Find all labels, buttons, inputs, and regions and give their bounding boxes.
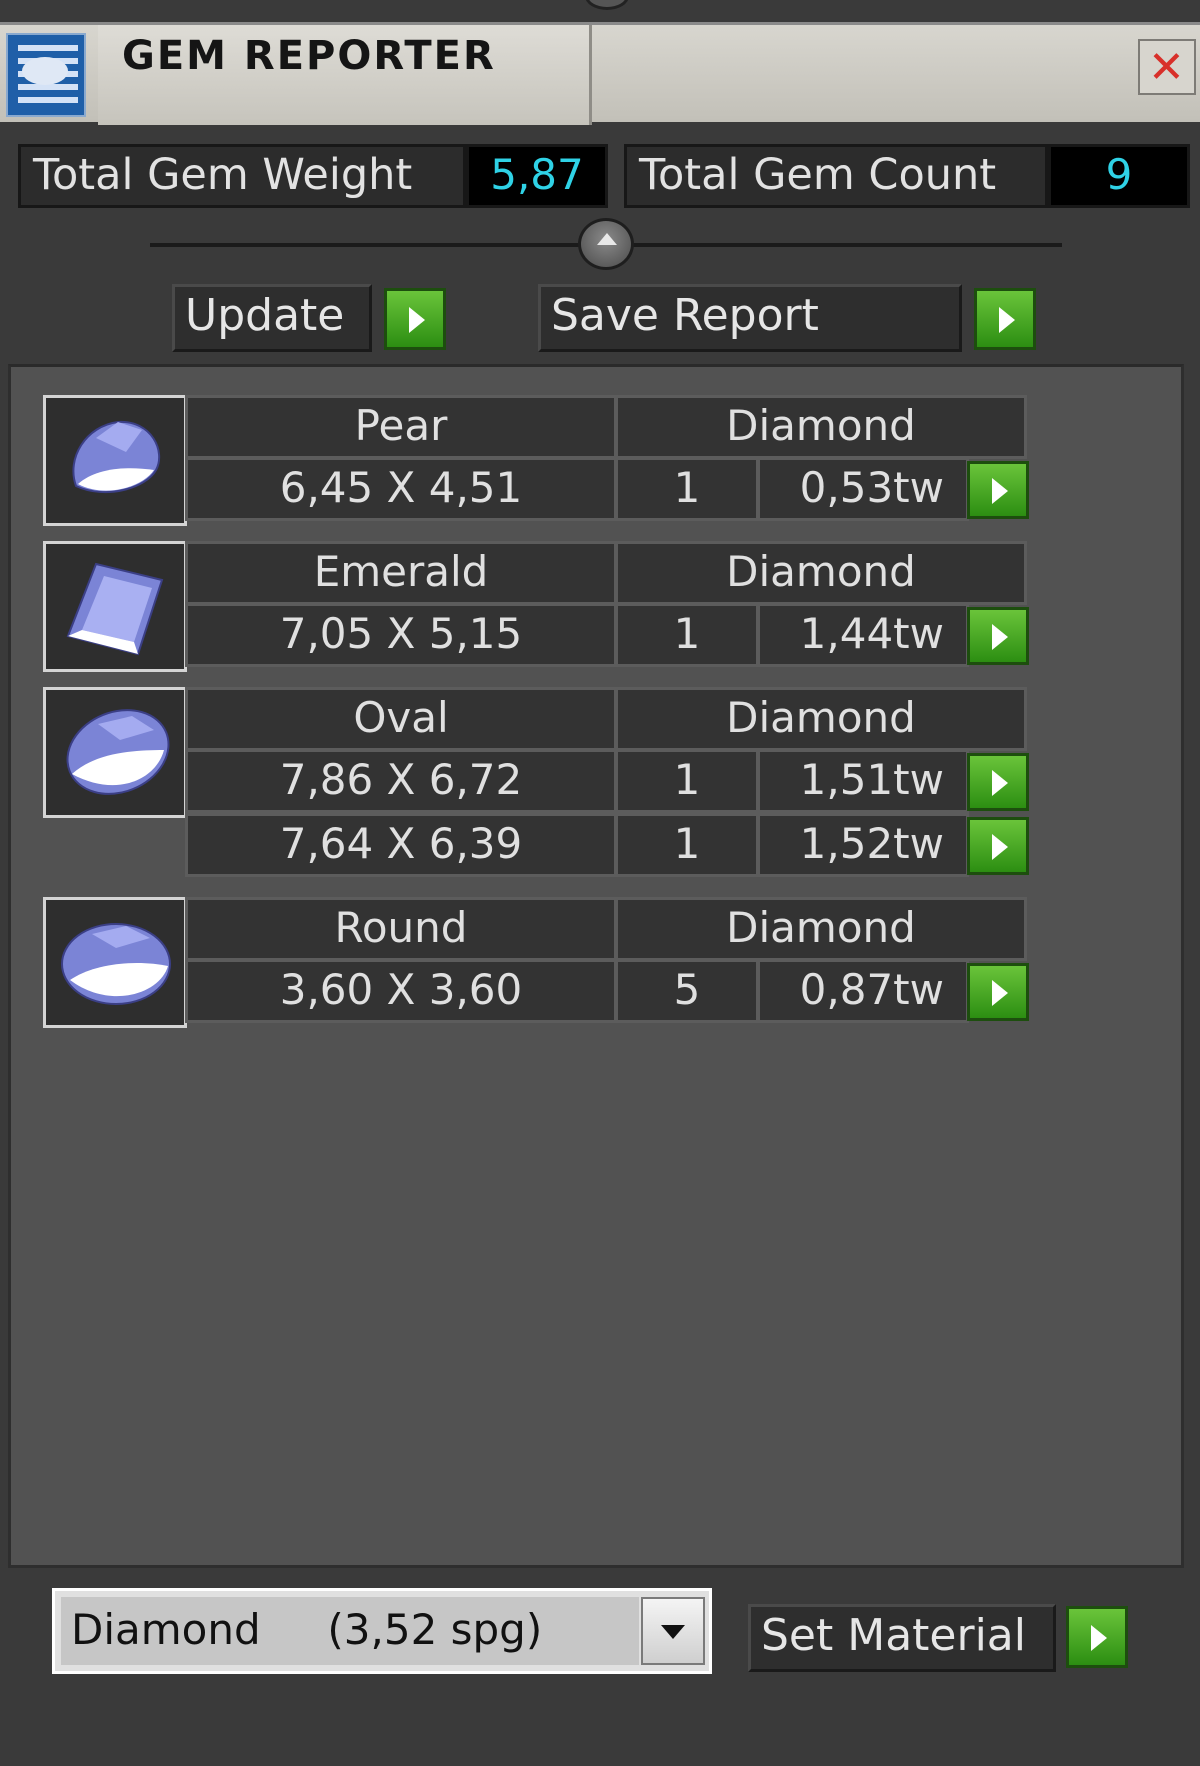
gem-shape-cell: Round <box>185 897 617 961</box>
top-drag-knob[interactable] <box>585 0 629 10</box>
gem-material-cell: Diamond <box>615 897 1027 961</box>
play-arrow-icon <box>992 478 1008 504</box>
play-arrow-icon <box>1091 1625 1107 1651</box>
gem-weight-cell: 1,52tw <box>757 813 969 877</box>
gem-shape-cell: Emerald <box>185 541 617 605</box>
emerald-gem-icon <box>66 562 164 656</box>
gem-weight-cell: 1,44tw <box>757 603 969 667</box>
gem-shape-cell: Oval <box>185 687 617 751</box>
gem-count-cell: 1 <box>615 457 759 521</box>
emerald-gem-thumbnail[interactable] <box>43 541 187 672</box>
material-select[interactable]: Diamond (3,52 spg) <box>52 1588 712 1674</box>
gem-material-cell: Diamond <box>615 687 1027 751</box>
total-weight-label: Total Gem Weight <box>18 144 466 208</box>
gem-size-cell: 6,45 X 4,51 <box>185 457 617 521</box>
gem-row-go-button[interactable] <box>967 963 1029 1021</box>
round-gem-thumbnail[interactable] <box>43 897 187 1028</box>
pear-gem-icon <box>72 420 161 494</box>
play-arrow-icon <box>992 980 1008 1006</box>
save-report-button[interactable]: Save Report <box>538 284 962 352</box>
gem-size-cell: 7,86 X 6,72 <box>185 749 617 813</box>
close-icon: ✕ <box>1148 42 1185 93</box>
play-arrow-icon <box>992 624 1008 650</box>
gem-row-go-button[interactable] <box>967 607 1029 665</box>
gem-material-cell: Diamond <box>615 541 1027 605</box>
gem-material-cell: Diamond <box>615 395 1027 459</box>
total-count-value: 9 <box>1048 144 1190 208</box>
material-select-value: Diamond (3,52 spg) <box>61 1597 639 1665</box>
play-arrow-icon <box>409 307 425 333</box>
close-button[interactable]: ✕ <box>1138 39 1196 95</box>
title-bar: GEM REPORTER ✕ <box>0 22 1200 125</box>
update-go-button[interactable] <box>384 288 446 350</box>
total-weight-value: 5,87 <box>466 144 608 208</box>
gem-weight-cell: 0,53tw <box>757 457 969 521</box>
gem-row-go-button[interactable] <box>967 817 1029 875</box>
gem-count-cell: 1 <box>615 813 759 877</box>
gem-weight-cell: 1,51tw <box>757 749 969 813</box>
gem-size-cell: 3,60 X 3,60 <box>185 959 617 1023</box>
collapse-toggle[interactable] <box>578 218 634 270</box>
gem-size-cell: 7,64 X 6,39 <box>185 813 617 877</box>
pear-gem-thumbnail[interactable] <box>43 395 187 526</box>
chevron-down-icon <box>661 1625 685 1639</box>
gem-weight-cell: 0,87tw <box>757 959 969 1023</box>
chevron-up-icon <box>597 233 617 245</box>
save-report-go-button[interactable] <box>974 288 1036 350</box>
gem-count-cell: 1 <box>615 749 759 813</box>
play-arrow-icon <box>992 770 1008 796</box>
set-material-button[interactable]: Set Material <box>748 1604 1056 1672</box>
total-count-label: Total Gem Count <box>624 144 1048 208</box>
gem-shape-cell: Pear <box>185 395 617 459</box>
play-arrow-icon <box>992 834 1008 860</box>
oval-gem-thumbnail[interactable] <box>43 687 187 818</box>
play-arrow-icon <box>999 307 1015 333</box>
gem-list-panel: Pear Diamond 6,45 X 4,51 1 0,53tw Emeral… <box>8 364 1184 1568</box>
gem-row-go-button[interactable] <box>967 461 1029 519</box>
update-button[interactable]: Update <box>172 284 372 352</box>
gem-count-cell: 5 <box>615 959 759 1023</box>
window-title: GEM REPORTER <box>122 33 496 79</box>
dropdown-button[interactable] <box>641 1597 705 1665</box>
gem-report-icon <box>6 33 86 117</box>
round-gem-icon <box>61 923 171 1005</box>
gem-count-cell: 1 <box>615 603 759 667</box>
oval-gem-icon <box>66 709 170 795</box>
gem-row-go-button[interactable] <box>967 753 1029 811</box>
set-material-go-button[interactable] <box>1066 1606 1128 1668</box>
gem-size-cell: 7,05 X 5,15 <box>185 603 617 667</box>
